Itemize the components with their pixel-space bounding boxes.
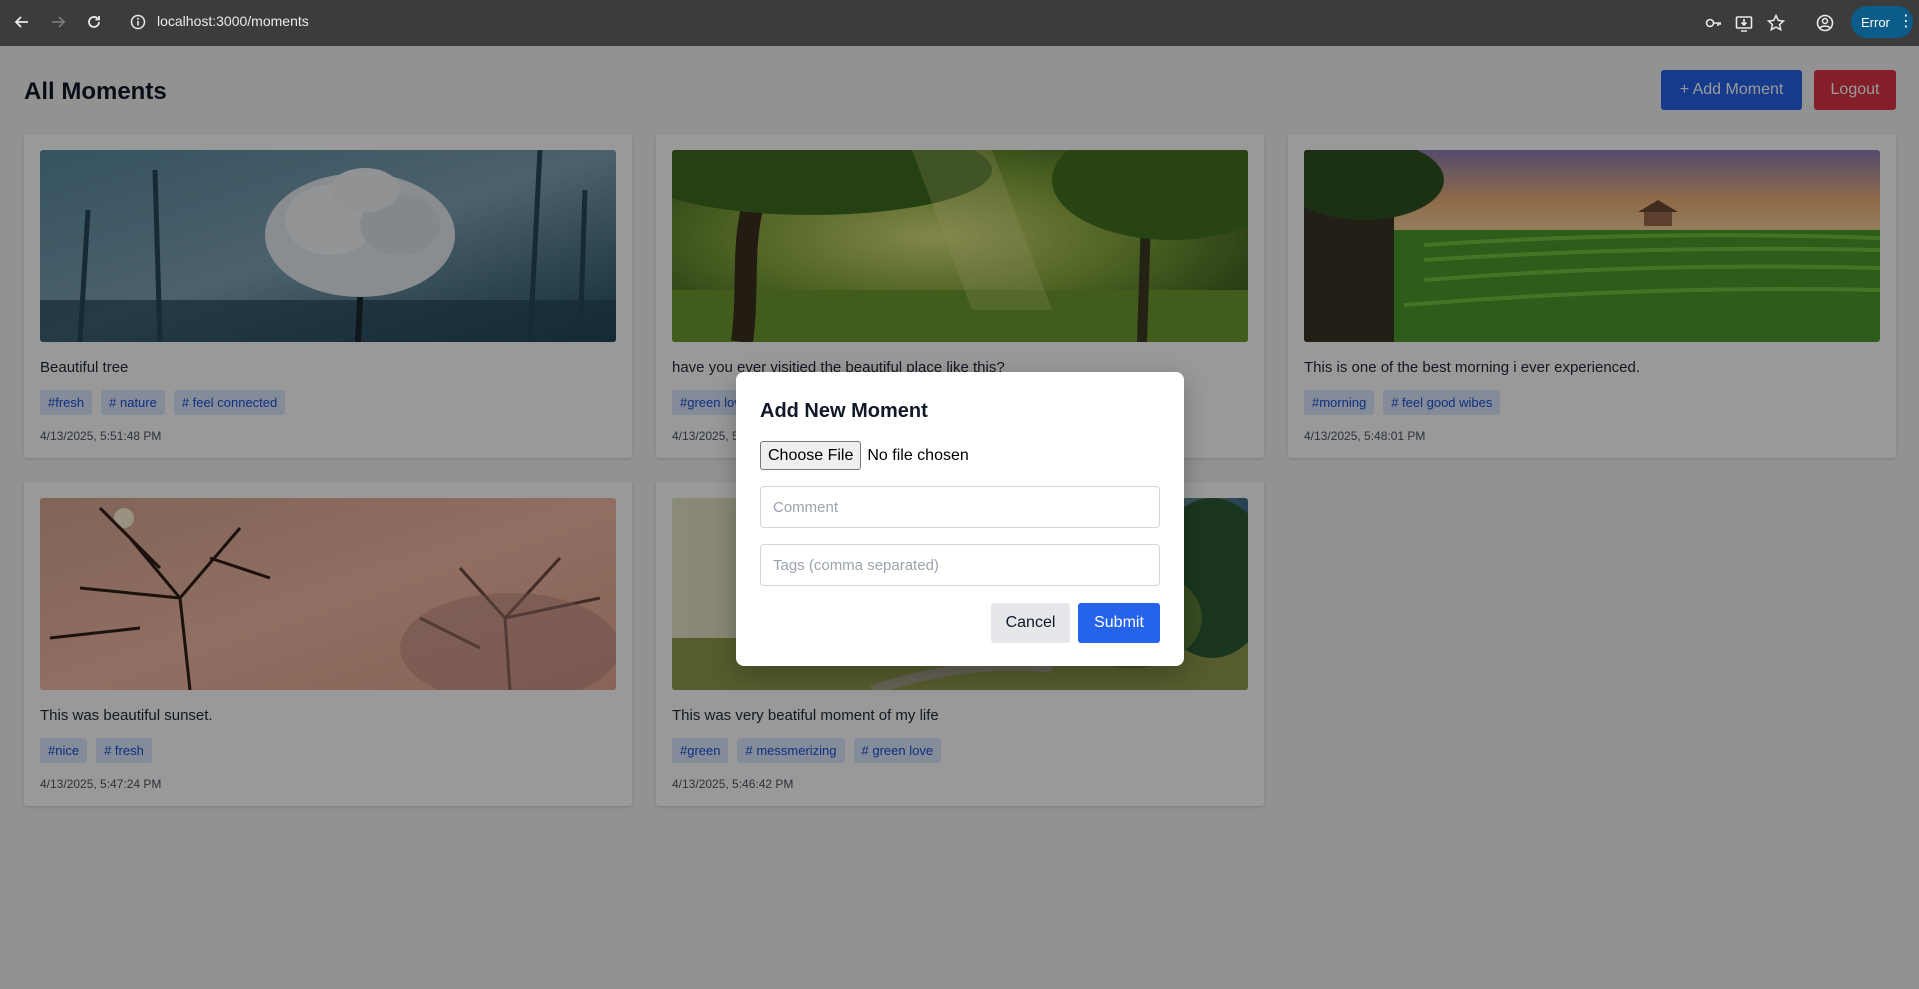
choose-file-button[interactable]: Choose File <box>760 441 862 470</box>
cancel-button[interactable]: Cancel <box>991 603 1070 643</box>
browser-toolbar: localhost:3000/moments Error ⋮ <box>0 0 1919 46</box>
file-status: No file chosen <box>867 446 969 464</box>
site-info-icon[interactable] <box>128 12 148 32</box>
menu-dots-icon: ⋮ <box>1897 13 1914 30</box>
install-app-icon[interactable] <box>1732 11 1756 35</box>
reload-icon[interactable] <box>82 10 106 34</box>
comment-input[interactable] <box>760 486 1160 528</box>
forward-icon[interactable] <box>46 10 70 34</box>
profile-error-button[interactable]: Error ⋮ <box>1851 6 1914 38</box>
tags-input[interactable] <box>760 544 1160 586</box>
back-icon[interactable] <box>10 10 34 34</box>
address-bar[interactable]: localhost:3000/moments <box>157 13 309 29</box>
password-key-icon[interactable] <box>1701 11 1725 35</box>
submit-button[interactable]: Submit <box>1078 603 1160 643</box>
file-input: Choose File No file chosen <box>760 441 969 470</box>
dialog-title: Add New Moment <box>760 400 928 422</box>
profile-icon[interactable] <box>1813 11 1837 35</box>
add-moment-dialog: Add New Moment Choose File No file chose… <box>736 372 1184 666</box>
profile-error-label: Error <box>1861 14 1890 30</box>
bookmark-star-icon[interactable] <box>1764 11 1788 35</box>
